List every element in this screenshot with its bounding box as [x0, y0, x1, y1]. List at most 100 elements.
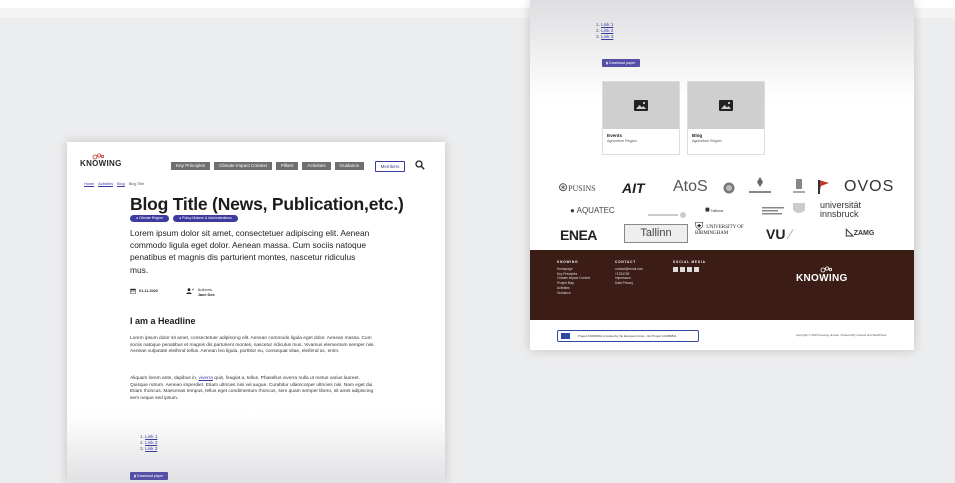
download-label: Download paper [608, 61, 636, 65]
download-paper-button[interactable]: ▮ Download paper [130, 472, 169, 480]
partner-logo[interactable] [747, 176, 773, 201]
nav-activities[interactable]: Activities [302, 162, 331, 170]
partner-logo[interactable]: ◺ZAMG [846, 227, 874, 238]
partner-logo[interactable]: OVOS [844, 178, 894, 196]
partner-logo[interactable] [762, 203, 784, 221]
calendar-icon [130, 288, 136, 294]
paragraph-text: Aliquam lorem ante, dapibus in, [130, 376, 199, 381]
partner-logo[interactable] [792, 202, 806, 221]
partner-logo[interactable]: ● AQUATEC [570, 206, 615, 215]
body-paragraph-2: Aliquam lorem ante, dapibus in, viverra … [130, 376, 375, 402]
footer-logo-text: KNOWING [796, 273, 848, 284]
link-list: 1. Link 1 2. Link 2 3. Link 3 [596, 22, 613, 40]
post-date: 01.11.2023 [139, 289, 158, 293]
partner-logo[interactable]: AtoS [673, 178, 708, 196]
footer-link[interactable]: Data Privacy [615, 281, 643, 286]
tag-label: Climate Region [139, 216, 164, 220]
partner-logo[interactable]: Tallinn [624, 224, 688, 243]
page-title: Blog Title (News, Publication,etc.) [130, 194, 404, 214]
youtube-icon[interactable] [694, 266, 699, 272]
footer-heading: KNOWING [557, 260, 579, 264]
linkedin-icon[interactable] [687, 266, 692, 272]
eu-flag-icon [561, 333, 570, 340]
partner-name: AIT [622, 180, 645, 196]
image-placeholder-icon [634, 100, 648, 111]
download-label: Download paper [136, 474, 164, 478]
nav-pillars[interactable]: Pillars [275, 162, 299, 170]
link-3[interactable]: Link 3 [145, 446, 157, 451]
partner-logo[interactable]: universität innsbruck [820, 201, 885, 219]
nav-key-principles[interactable]: Key Principles [171, 162, 211, 170]
link-3[interactable]: Link 3 [601, 34, 613, 39]
search-icon[interactable] [415, 160, 425, 170]
nav-guidance[interactable]: Guidance [334, 162, 365, 170]
partner-mountain-icon: ◺ [846, 227, 854, 238]
tag-policy-makers[interactable]: ● Policy Makers & Administrations [173, 215, 238, 222]
link-1[interactable]: Link 1 [601, 22, 613, 27]
inline-link[interactable]: viverra [199, 376, 213, 381]
partner-logo[interactable] [792, 177, 806, 200]
partner-logo[interactable] [723, 181, 735, 199]
partner-logo[interactable]: ⛨ UNIVERSITY OF BIRMINGHAM [695, 222, 757, 236]
facebook-icon[interactable] [673, 266, 678, 272]
partner-name: VU [766, 226, 786, 242]
card-events[interactable]: Events Agriculture Region [602, 81, 680, 155]
tag-climate-region[interactable]: ● Climate Region [130, 215, 170, 222]
link-2[interactable]: Link 2 [601, 28, 613, 33]
members-button[interactable]: Members [375, 161, 405, 172]
nav-climate-impact-context[interactable]: Climate Impact Context [214, 162, 272, 170]
list-item: 3. Link 3 [596, 34, 614, 39]
twitter-icon[interactable] [680, 266, 685, 272]
left-page-preview: KNOWING Key Principles Climate Impact Co… [67, 142, 445, 483]
partner-flag-icon [818, 180, 829, 194]
lead-paragraph: Lorem ipsum dolor sit amet, consectetuer… [130, 228, 370, 275]
partner-shield-icon: ■ [705, 205, 710, 214]
partner-name: PUSINS [568, 184, 596, 193]
footer-column-social: SOCIAL MEDIA [673, 260, 706, 272]
partner-name: Tallinna [710, 209, 723, 213]
bottom-fade [67, 413, 445, 483]
partner-logo[interactable] [817, 178, 831, 201]
partner-logo[interactable]: ENEA [560, 227, 597, 243]
logo-text: KNOWING [80, 159, 122, 168]
footer-heading: CONTACT [615, 260, 636, 264]
partner-mark-icon [793, 179, 805, 193]
partner-circle-icon [723, 182, 735, 194]
partner-name: Tallinn [640, 227, 672, 239]
partner-seal-icon: ⊛ [558, 180, 569, 194]
partner-text-logo-icon [762, 207, 784, 215]
footer-logo[interactable]: KNOWING [796, 266, 848, 284]
site-logo[interactable]: KNOWING [80, 153, 122, 168]
eu-funding-notice: Project KNOWING is funded by the Europea… [557, 330, 699, 342]
breadcrumb-home[interactable]: Home [84, 182, 94, 186]
footer-link[interactable]: Guidance [557, 291, 590, 296]
partner-logo[interactable]: ■ Tallinna [705, 205, 723, 214]
body-paragraph-1: Lorem ipsum dolor sit amet, consectetuer… [130, 336, 375, 355]
breadcrumb-blog[interactable]: Blog [117, 182, 125, 186]
main-nav: Key Principles Climate Impact Context Pi… [171, 162, 365, 170]
partner-name: ZAMG [853, 230, 875, 237]
breadcrumb-activities[interactable]: Activities [98, 182, 113, 186]
post-meta: 01.11.2023 Author/s Jane Doe [130, 288, 215, 298]
eu-funding-text: Project KNOWING is funded by the Europea… [578, 334, 677, 338]
footer-bottom-bar: Project KNOWING is funded by the Europea… [530, 320, 914, 350]
partner-swoosh-icon: ⁄ [785, 226, 792, 242]
breadcrumb: Home Activities Blog Blog Title [84, 182, 144, 186]
author-block: Author/s Jane Doe [198, 288, 215, 298]
site-footer: KNOWING Homepage Key Principles Climate … [530, 250, 914, 320]
right-page-preview: 1. Link 1 2. Link 2 3. Link 3 ▮ Download… [530, 0, 914, 350]
card-subtitle: Agriculture Region [692, 139, 722, 143]
partner-name: AQUATEC [576, 206, 615, 215]
partner-logo[interactable]: AIT [622, 180, 645, 196]
author-icon [186, 288, 194, 294]
link-1[interactable]: Link 1 [145, 434, 157, 439]
link-2[interactable]: Link 2 [145, 440, 157, 445]
download-paper-button[interactable]: ▮ Download paper [602, 59, 641, 67]
partner-name: OVOS [844, 178, 895, 195]
card-blog[interactable]: Blog Agriculture Region [687, 81, 765, 155]
logo-mark-icon [820, 266, 833, 273]
footer-email[interactable]: contact@email.com [615, 267, 643, 272]
partner-logo[interactable]: VU ⁄ [766, 226, 792, 242]
partner-logo[interactable]: ⊛PUSINS [558, 180, 596, 195]
partner-logo[interactable] [648, 206, 688, 224]
